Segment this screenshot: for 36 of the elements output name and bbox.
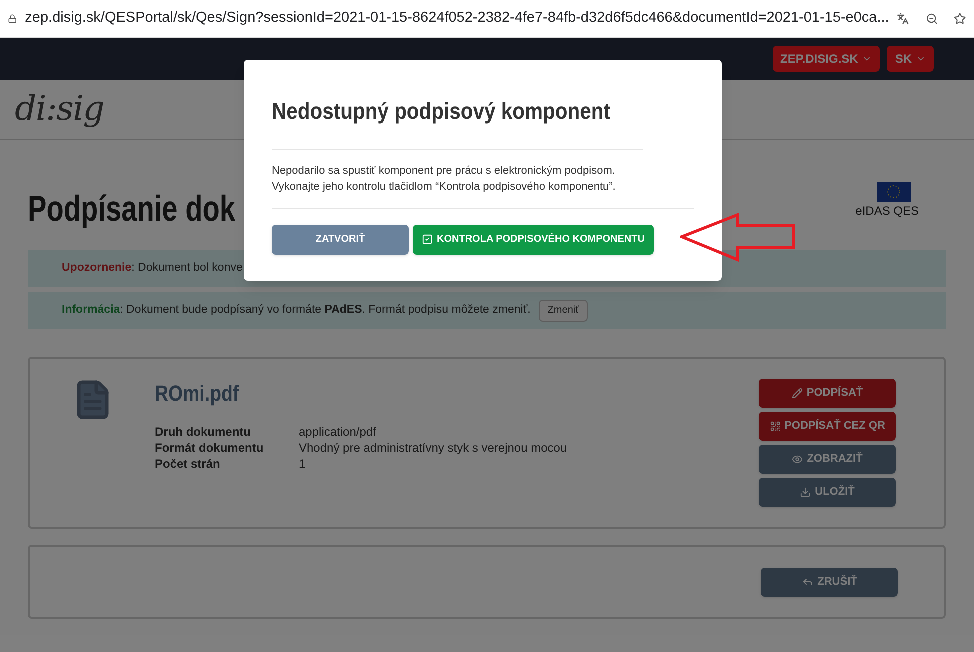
action-button[interactable]: ULOŽIŤ: [759, 478, 896, 507]
check-component-button[interactable]: KONTROLA PODPISOVÉHO KOMPONENTU: [413, 224, 654, 254]
checkbox-icon: [422, 234, 433, 245]
property-value: application/pdf: [299, 424, 378, 440]
eu-flag-icon: [877, 182, 911, 202]
property-label: Druh dokumentu: [155, 424, 252, 440]
logo: di:sig: [15, 88, 104, 131]
url-text[interactable]: zep.disig.sk/QESPortal/sk/Qes/Sign?sessionId=2021-01-15-8624f052-2382-4fe7-84fb-d32d6f5dc466&documentId=2021-01-15-e0ca...: [25, 8, 890, 30]
navbar-dropdown[interactable]: ZEP.DISIG.SK: [772, 46, 880, 72]
translate-icon[interactable]: [897, 10, 910, 26]
property-label: Formát dokumentu: [155, 440, 265, 456]
dialog-message-line: Vykonajte jeho kontrolu tlačidlom “Kontrola podpisového komponentu”.: [272, 180, 617, 194]
lock-icon: [8, 12, 18, 24]
cancel-button[interactable]: ZRUŠIŤ: [761, 568, 898, 596]
alert-text: Upozornenie: Dokument bol konve: [62, 260, 243, 276]
property-value: Vhodný pre administratívny styk s verejnou mocou: [299, 440, 568, 456]
action-button[interactable]: ZOBRAZIŤ: [759, 445, 896, 474]
document-name: ROmi.pdf: [155, 380, 240, 408]
close-button[interactable]: ZATVORIŤ: [272, 224, 409, 254]
bookmark-star-icon[interactable]: [954, 10, 966, 26]
dialog-message-line: Nepodarilo sa spustiť komponent pre prácu s elektronickým podpisom.: [272, 164, 616, 178]
change-format-button[interactable]: Zmeniť: [538, 300, 588, 322]
download-icon: [800, 487, 812, 498]
reply-arrow-icon: [802, 576, 814, 588]
pencil-icon: [792, 388, 803, 399]
page-title: Podpísanie dok: [28, 187, 236, 231]
navbar-dropdown[interactable]: SK: [887, 46, 934, 72]
property-label: Počet strán: [155, 456, 222, 472]
qr-code-icon: [770, 421, 781, 432]
alert-text: Informácia: Dokument bude podpísaný vo formáte PAdES. Formát podpisu môžete zmeniť.: [62, 302, 531, 318]
dialog-title: Nedostupný podpisový komponent: [272, 60, 644, 150]
action-button[interactable]: PODPÍSAŤ: [759, 379, 896, 408]
action-button[interactable]: PODPÍSAŤ CEZ QR: [759, 412, 896, 441]
property-value: 1: [299, 456, 307, 472]
eidas-label: eIDAS QES: [856, 203, 919, 220]
eye-icon: [792, 454, 804, 465]
